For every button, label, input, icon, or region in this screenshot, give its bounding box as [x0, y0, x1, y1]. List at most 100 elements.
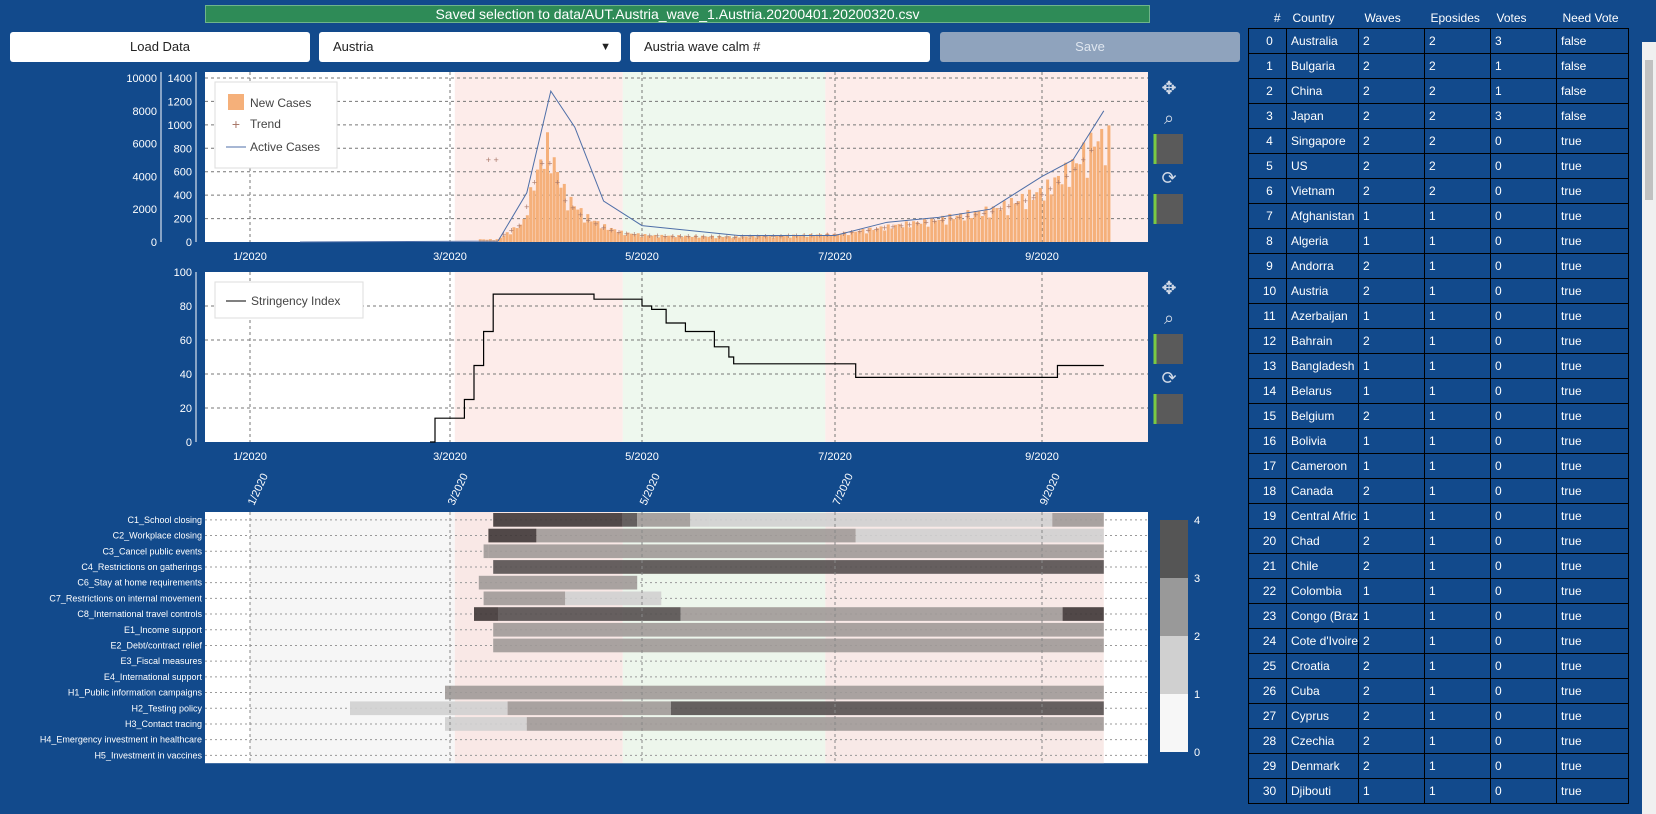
table-row[interactable]: 26 Cuba 2 1 0 true — [1248, 677, 1629, 704]
col-header[interactable]: Eposides — [1425, 8, 1491, 28]
table-cell: 1 — [1424, 377, 1491, 404]
colorbar-segment — [1160, 578, 1188, 636]
table-cell: 1 — [1358, 227, 1425, 254]
table-row[interactable]: 7 Afghanistan 1 1 0 true — [1248, 202, 1629, 229]
trend-marker: + — [493, 155, 498, 165]
new-cases-bar — [962, 220, 966, 242]
trend-marker: + — [1039, 190, 1044, 200]
table-cell: true — [1556, 377, 1629, 404]
table-row[interactable]: 10 Austria 2 1 0 true — [1248, 277, 1629, 304]
table-cell: true — [1556, 552, 1629, 579]
table-row[interactable]: 1 Bulgaria 2 2 1 false — [1248, 52, 1629, 79]
calm-band — [622, 72, 826, 242]
new-cases-bar — [1103, 165, 1107, 242]
table-cell: 8 — [1248, 227, 1287, 254]
table-row[interactable]: 4 Singapore 2 2 0 true — [1248, 127, 1629, 154]
heatmap-cell — [474, 607, 498, 621]
table-cell: 0 — [1490, 402, 1557, 429]
table-cell: 2 — [1424, 152, 1491, 179]
trend-marker: + — [486, 155, 491, 165]
table-cell: 2 — [1358, 677, 1425, 704]
col-header[interactable]: Waves — [1359, 8, 1425, 28]
colorbar-segment — [1160, 636, 1188, 694]
table-cell: 2 — [1358, 327, 1425, 354]
table-row[interactable]: 6 Vietnam 2 2 0 true — [1248, 177, 1629, 204]
tick-label: 3/2020 — [433, 251, 467, 263]
new-cases-bar — [566, 210, 570, 242]
row-label: C2_Workplace closing — [113, 531, 202, 541]
heatmap-cell — [483, 544, 489, 559]
table-cell: 1 — [1424, 202, 1491, 229]
table-row[interactable]: 18 Canada 2 1 0 true — [1248, 477, 1629, 504]
new-cases-bar — [999, 209, 1003, 242]
table-row[interactable]: 9 Andorra 2 1 0 true — [1248, 252, 1629, 279]
table-row[interactable]: 21 Chile 2 1 0 true — [1248, 552, 1629, 579]
pan-icon[interactable]: ✥ — [1161, 278, 1176, 298]
table-row[interactable]: 2 China 2 2 1 false — [1248, 77, 1629, 104]
table-row[interactable]: 23 Congo (Braz 1 1 0 true — [1248, 602, 1629, 629]
col-header[interactable]: Country — [1287, 8, 1359, 28]
tick-label: 80 — [180, 301, 192, 313]
pan-icon[interactable]: ✥ — [1161, 78, 1176, 98]
col-header[interactable]: # — [1249, 8, 1287, 28]
table-cell: 1 — [1424, 627, 1491, 654]
table-scrollbar[interactable] — [1642, 42, 1656, 814]
table-row[interactable]: 14 Belarus 1 1 0 true — [1248, 377, 1629, 404]
tick-label: 0 — [186, 437, 192, 449]
table-row[interactable]: 27 Cyprus 2 1 0 true — [1248, 702, 1629, 729]
col-header[interactable]: Need Vote — [1557, 8, 1629, 28]
tick-label: 2000 — [133, 204, 157, 216]
col-header[interactable]: Votes — [1491, 8, 1557, 28]
table-cell: 2 — [1358, 252, 1425, 279]
table-row[interactable]: 12 Bahrain 2 1 0 true — [1248, 327, 1629, 354]
table-row[interactable]: 17 Cameroon 1 1 0 true — [1248, 452, 1629, 479]
zoom-icon[interactable]: ⌕ — [1164, 308, 1174, 328]
new-cases-bar — [525, 215, 529, 242]
table-cell: 3 — [1248, 102, 1287, 129]
table-cell: 0 — [1490, 727, 1557, 754]
table-row[interactable]: 29 Denmark 2 1 0 true — [1248, 752, 1629, 779]
table-row[interactable]: 8 Algeria 1 1 0 true — [1248, 227, 1629, 254]
table-row[interactable]: 22 Colombia 1 1 0 true — [1248, 577, 1629, 604]
trend-marker: + — [1056, 178, 1061, 188]
table-row[interactable]: 0 Australia 2 2 3 false — [1248, 27, 1629, 54]
reset-icon[interactable]: ⟳ — [1161, 368, 1176, 388]
trend-marker: + — [586, 215, 591, 225]
trend-marker: + — [1048, 184, 1053, 194]
new-cases-bar — [1024, 209, 1028, 242]
trend-marker: + — [1081, 155, 1086, 165]
tick-label: 10000 — [126, 73, 157, 85]
table-row[interactable]: 16 Bolivia 1 1 0 true — [1248, 427, 1629, 454]
table-row[interactable]: 5 US 2 2 0 true — [1248, 152, 1629, 179]
save-icon — [1155, 334, 1183, 364]
reset-icon[interactable]: ⟳ — [1161, 168, 1176, 188]
table-cell: 0 — [1490, 177, 1557, 204]
table-cell: 1 — [1358, 427, 1425, 454]
zoom-icon[interactable]: ⌕ — [1164, 108, 1174, 128]
heatmap-cell — [565, 591, 662, 606]
table-row[interactable]: 20 Chad 2 1 0 true — [1248, 527, 1629, 554]
table-row[interactable]: 19 Central Afric 1 1 0 true — [1248, 502, 1629, 529]
table-row[interactable]: 30 Djibouti 1 1 0 true — [1248, 777, 1629, 804]
table-row[interactable]: 15 Belgium 2 1 0 true — [1248, 402, 1629, 429]
table-row[interactable]: 25 Croatia 2 1 0 true — [1248, 652, 1629, 679]
table-cell: true — [1556, 602, 1629, 629]
table-cell: Colombia — [1286, 577, 1359, 604]
table-cell: 2 — [1358, 52, 1425, 79]
table-row[interactable]: 3 Japan 2 2 3 false — [1248, 102, 1629, 129]
table-cell: 2 — [1358, 277, 1425, 304]
table-row[interactable]: 11 Azerbaijan 1 1 0 true — [1248, 302, 1629, 329]
trend-marker: + — [1064, 171, 1069, 181]
table-cell: true — [1556, 302, 1629, 329]
table-row[interactable]: 13 Bangladesh 1 1 0 true — [1248, 352, 1629, 379]
tick-label: 7/2020 — [818, 451, 852, 463]
table-cell: 0 — [1490, 777, 1557, 804]
table-cell: Cameroon — [1286, 452, 1359, 479]
table-cell: 0 — [1490, 277, 1557, 304]
table-row[interactable]: 28 Czechia 2 1 0 true — [1248, 727, 1629, 754]
table-cell: true — [1556, 702, 1629, 729]
table-cell: China — [1286, 77, 1359, 104]
table-row[interactable]: 24 Cote d'Ivoire 2 1 0 true — [1248, 627, 1629, 654]
table-cell: 13 — [1248, 352, 1287, 379]
tick-label: 1/2020 — [246, 472, 271, 508]
